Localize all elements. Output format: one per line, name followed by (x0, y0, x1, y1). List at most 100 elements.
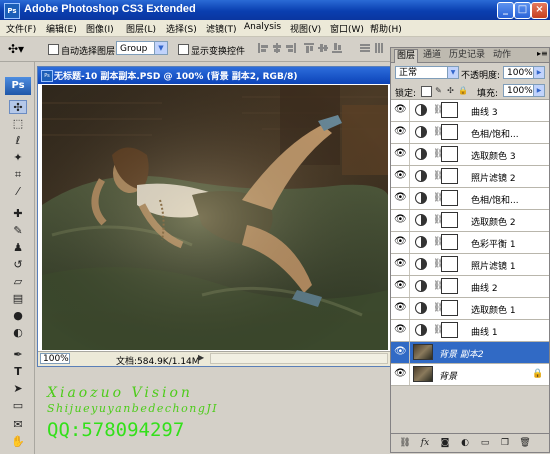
layer-mask-thumbnail[interactable] (441, 168, 458, 184)
pen-tool-icon[interactable]: ✒ (9, 348, 27, 362)
layer-row[interactable]: 👁 ⛓ 选取颜色 1 (391, 298, 549, 320)
layer-mask-thumbnail[interactable] (441, 102, 458, 118)
layer-row[interactable]: 👁 背景 副本2 (391, 342, 549, 364)
layer-row[interactable]: 👁 ⛓ 照片滤镜 1 (391, 254, 549, 276)
move-tool-icon[interactable]: ✣▾ (8, 42, 24, 56)
tab-history[interactable]: 历史记录 (447, 49, 487, 62)
layer-name[interactable]: 色相/饱和... (471, 127, 519, 140)
fill-field[interactable]: 100% ▶ (503, 84, 545, 97)
visibility-eye-icon[interactable]: 👁 (394, 215, 407, 225)
align-right-icon[interactable] (286, 43, 296, 53)
layer-name[interactable]: 曲线 1 (471, 325, 498, 338)
eraser-tool-icon[interactable]: ▱ (9, 275, 27, 289)
layer-row[interactable]: 👁 ⛓ 色相/饱和... (391, 188, 549, 210)
horizontal-scrollbar[interactable] (210, 353, 388, 364)
layer-row[interactable]: 👁 ⛓ 色相/饱和... (391, 122, 549, 144)
close-button[interactable]: × (531, 2, 548, 19)
new-adjustment-layer-icon[interactable]: ◐ (459, 437, 471, 449)
layer-row[interactable]: 👁 ⛓ 选取颜色 2 (391, 210, 549, 232)
visibility-eye-icon[interactable]: 👁 (394, 105, 407, 115)
align-middle-icon[interactable] (318, 43, 328, 53)
show-transform-checkbox[interactable] (178, 44, 189, 55)
notes-tool-icon[interactable]: ✉ (9, 418, 27, 432)
visibility-eye-icon[interactable]: 👁 (394, 259, 407, 269)
menu-view[interactable]: 视图(V) (290, 22, 321, 35)
tab-actions[interactable]: 动作 (491, 49, 513, 62)
blend-mode-dropdown[interactable]: 正常 ▼ (395, 66, 459, 79)
path-selection-icon[interactable]: ➤ (9, 382, 27, 396)
brush-tool-icon[interactable]: ✎ (9, 224, 27, 238)
zoom-field[interactable]: 100% (40, 353, 70, 364)
distribute-horizontal-icon[interactable] (374, 43, 384, 53)
menu-window[interactable]: 窗口(W) (330, 22, 364, 35)
layer-mask-thumbnail[interactable] (441, 322, 458, 338)
menu-analysis[interactable]: Analysis (244, 22, 281, 32)
layer-style-icon[interactable]: fx (419, 437, 431, 449)
lock-all-icon[interactable]: 🔒 (458, 86, 468, 95)
visibility-eye-icon[interactable]: 👁 (394, 149, 407, 159)
distribute-icon[interactable] (360, 43, 370, 53)
layer-name[interactable]: 曲线 3 (471, 105, 498, 118)
gradient-tool-icon[interactable]: ▤ (9, 292, 27, 306)
layer-name[interactable]: 色相/饱和... (471, 193, 519, 206)
layer-name[interactable]: 选取颜色 3 (471, 149, 516, 162)
layer-name[interactable]: 曲线 2 (471, 281, 498, 294)
minimize-button[interactable]: _ (497, 2, 514, 19)
align-left-icon[interactable] (258, 43, 268, 53)
menu-file[interactable]: 文件(F) (6, 22, 36, 35)
layer-row[interactable]: 👁 ⛓ 曲线 3 (391, 100, 549, 122)
type-tool-icon[interactable]: T (9, 365, 27, 379)
move-tool-icon[interactable]: ✣ (9, 100, 27, 114)
layer-mask-thumbnail[interactable] (441, 190, 458, 206)
layer-name[interactable]: 色彩平衡 1 (471, 237, 516, 250)
layer-mask-thumbnail[interactable] (441, 124, 458, 140)
visibility-eye-icon[interactable]: 👁 (394, 193, 407, 203)
layer-row[interactable]: 👁 ⛓ 照片滤镜 2 (391, 166, 549, 188)
clone-stamp-icon[interactable]: ♟ (9, 241, 27, 255)
new-group-icon[interactable]: ▭ (479, 437, 491, 449)
layer-name[interactable]: 照片滤镜 1 (471, 259, 516, 272)
history-brush-icon[interactable]: ↺ (9, 258, 27, 272)
auto-select-mode-dropdown[interactable]: Group ▼ (116, 41, 168, 55)
layer-name[interactable]: 背景 副本2 (439, 347, 484, 360)
visibility-eye-icon[interactable]: 👁 (394, 281, 407, 291)
lock-transparent-icon[interactable] (421, 86, 432, 97)
link-layers-icon[interactable]: ⛓ (399, 437, 411, 449)
shape-tool-icon[interactable]: ▭ (9, 399, 27, 413)
layer-name[interactable]: 背景 (439, 369, 457, 382)
layer-row[interactable]: 👁 ⛓ 色彩平衡 1 (391, 232, 549, 254)
visibility-eye-icon[interactable]: 👁 (394, 127, 407, 137)
visibility-eye-icon[interactable]: 👁 (394, 369, 407, 379)
visibility-eye-icon[interactable]: 👁 (394, 325, 407, 335)
crop-tool-icon[interactable]: ⌗ (9, 168, 27, 182)
lock-paint-icon[interactable]: ✎ (434, 86, 443, 95)
layer-name[interactable]: 选取颜色 1 (471, 303, 516, 316)
menu-select[interactable]: 选择(S) (166, 22, 197, 35)
blur-tool-icon[interactable]: ● (9, 309, 27, 323)
layer-row[interactable]: 👁 ⛓ 选取颜色 3 (391, 144, 549, 166)
visibility-eye-icon[interactable]: 👁 (394, 171, 407, 181)
document-canvas[interactable] (42, 85, 388, 350)
healing-brush-icon[interactable]: ✚ (9, 207, 27, 221)
hand-tool-icon[interactable]: ✋ (9, 435, 27, 449)
layer-row[interactable]: 👁 背景 🔒 (391, 364, 549, 386)
new-layer-icon[interactable]: ❐ (499, 437, 511, 449)
layer-mask-thumbnail[interactable] (441, 212, 458, 228)
layer-name[interactable]: 选取颜色 2 (471, 215, 516, 228)
status-menu-arrow-icon[interactable]: ▶ (198, 353, 204, 362)
menu-filter[interactable]: 滤镜(T) (206, 22, 237, 35)
align-center-icon[interactable] (272, 43, 282, 53)
layer-mask-thumbnail[interactable] (441, 234, 458, 250)
layer-mask-thumbnail[interactable] (441, 278, 458, 294)
maximize-button[interactable]: □ (514, 2, 531, 19)
menu-image[interactable]: 图像(I) (86, 22, 114, 35)
delete-layer-icon[interactable]: 🗑 (519, 437, 531, 449)
layer-thumbnail[interactable] (413, 344, 433, 360)
visibility-eye-icon[interactable]: 👁 (394, 237, 407, 247)
slice-tool-icon[interactable]: ⁄ (9, 185, 27, 199)
panel-menu-icon[interactable]: ▸≡ (537, 49, 548, 58)
menu-help[interactable]: 帮助(H) (370, 22, 402, 35)
layer-mask-thumbnail[interactable] (441, 300, 458, 316)
layer-thumbnail[interactable] (413, 366, 433, 382)
menu-edit[interactable]: 编辑(E) (46, 22, 77, 35)
